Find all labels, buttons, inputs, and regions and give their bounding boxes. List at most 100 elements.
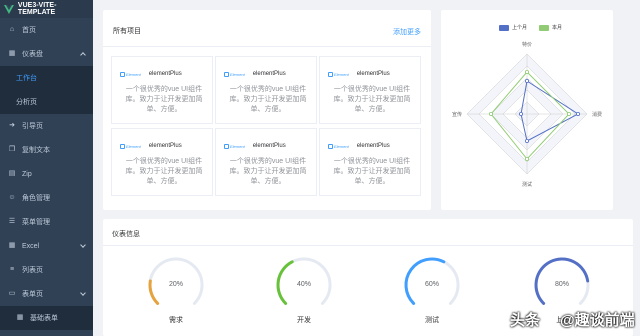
sidebar-item-label: 菜单管理 bbox=[22, 219, 50, 226]
app-logo[interactable]: VUE3-VITE-TEMPLATE bbox=[0, 0, 93, 18]
add-more-link[interactable]: 添加更多 bbox=[393, 27, 421, 37]
home-icon: ⌂ bbox=[9, 26, 15, 33]
project-name: elementPlus bbox=[148, 71, 182, 77]
copy-icon: ❐ bbox=[8, 146, 16, 153]
vue-logo-icon bbox=[4, 4, 14, 14]
element-logo-icon: Element bbox=[224, 71, 245, 77]
list-icon: ≡ bbox=[9, 266, 15, 273]
project-header: Element elementPlus bbox=[224, 71, 286, 77]
dashboard-icon: ▦ bbox=[8, 50, 16, 57]
zip-icon: ▤ bbox=[8, 170, 16, 177]
gauge-label: 测试 bbox=[425, 317, 439, 324]
project-desc: 一个很优秀的vue UI组件库。致力于让开发更加简单、方便。 bbox=[333, 158, 411, 185]
radar-point[interactable] bbox=[525, 139, 530, 144]
project-name: elementPlus bbox=[148, 143, 182, 149]
radar-point[interactable] bbox=[525, 79, 530, 84]
sidebar-item-10[interactable]: ▦ 基础表单 bbox=[0, 306, 93, 330]
project-desc: 一个很优秀的vue UI组件库。致力于让开发更加简单、方便。 bbox=[229, 86, 307, 113]
radar-point[interactable] bbox=[489, 112, 494, 117]
project-name: elementPlus bbox=[356, 143, 390, 149]
project-card[interactable]: Element elementPlus 一个很优秀的vue UI组件库。致力于让开发… bbox=[319, 56, 421, 124]
sidebar-item-0[interactable]: ⌂ 首页 bbox=[0, 18, 93, 42]
project-header: Element elementPlus bbox=[224, 143, 286, 149]
project-desc: 一个很优秀的vue UI组件库。致力于让开发更加简单、方便。 bbox=[229, 158, 307, 185]
sidebar-item-9[interactable]: ▭ 表单页 bbox=[0, 282, 93, 306]
project-name: elementPlus bbox=[356, 71, 390, 77]
grid-icon: ▦ bbox=[16, 314, 24, 321]
sidebar-item-1[interactable]: ▦ 仪表盘 bbox=[0, 42, 93, 66]
project-header: Element elementPlus bbox=[120, 143, 182, 149]
projects-card: 所有项目 添加更多 Element elementPlus 一个很优秀的vue UI… bbox=[103, 10, 431, 210]
gauge-value: 20% bbox=[168, 281, 183, 288]
legend-item-last-month[interactable]: 上个月 bbox=[499, 24, 527, 31]
sidebar-item-3[interactable]: ❐ 复制文本 bbox=[0, 138, 93, 162]
sidebar-item-label: 复制文本 bbox=[22, 147, 50, 154]
project-desc: 一个很优秀的vue UI组件库。致力于让开发更加简单、方便。 bbox=[333, 86, 411, 113]
submenu-item-label: 分析页 bbox=[16, 99, 37, 106]
project-card[interactable]: Element elementPlus 一个很优秀的vue UI组件库。致力于让开发… bbox=[215, 128, 317, 196]
radar-chart: 特价消费测试 宣传 bbox=[452, 41, 602, 188]
menu-icon: ☰ bbox=[8, 218, 16, 225]
project-card[interactable]: Element elementPlus 一个很优秀的vue UI组件库。致力于让开发… bbox=[111, 128, 213, 196]
role-icon: ☺ bbox=[8, 194, 16, 201]
gauge-value: 80% bbox=[554, 281, 569, 288]
project-card[interactable]: Element elementPlus 一个很优秀的vue UI组件库。致力于让开发… bbox=[111, 56, 213, 124]
chart-legend: 上个月 本月 bbox=[499, 24, 562, 31]
project-header: Element elementPlus bbox=[328, 143, 390, 149]
project-header: Element elementPlus bbox=[328, 71, 390, 77]
project-desc: 一个很优秀的vue UI组件库。致力于让开发更加简单、方便。 bbox=[125, 86, 203, 113]
project-card[interactable]: Element elementPlus 一个很优秀的vue UI组件库。致力于让开发… bbox=[319, 128, 421, 196]
sidebar-item-label: 仪表盘 bbox=[22, 51, 43, 58]
project-card[interactable]: Element elementPlus 一个很优秀的vue UI组件库。致力于让开发… bbox=[215, 56, 317, 124]
element-logo-icon: Element bbox=[120, 71, 141, 77]
element-logo-icon: Element bbox=[328, 143, 349, 149]
sidebar-item-6[interactable]: ☰ 菜单管理 bbox=[0, 210, 93, 234]
chevron-icon bbox=[80, 52, 86, 58]
sidebar: VUE3-VITE-TEMPLATE ⌂ 首页 ▦ 仪表盘 工作台 分析页 ➜ 引导页 ❐ 复制文… bbox=[0, 0, 93, 336]
app-title: VUE3-VITE-TEMPLATE bbox=[17, 2, 57, 16]
project-desc: 一个很优秀的vue UI组件库。致力于让开发更加简单、方便。 bbox=[125, 158, 203, 185]
gauge-label: 需求 bbox=[169, 317, 183, 324]
form-icon: ▭ bbox=[8, 290, 16, 297]
radar-card: 上个月 本月 特价 消费 测试 宣传 bbox=[441, 10, 613, 210]
radar-point[interactable] bbox=[575, 112, 580, 117]
radar-point[interactable] bbox=[525, 70, 530, 75]
sidebar-item-label: 首页 bbox=[22, 27, 36, 34]
radar-point[interactable] bbox=[519, 112, 524, 117]
sidebar-item-label: 表单页 bbox=[22, 291, 43, 298]
element-logo-icon: Element bbox=[224, 143, 245, 149]
watermark: 头条 @趣谈前端 bbox=[510, 312, 635, 329]
radar-point[interactable] bbox=[525, 157, 530, 162]
sidebar-item-label: Excel bbox=[22, 242, 40, 250]
sidebar-item-label: 引导页 bbox=[22, 123, 43, 130]
divider bbox=[103, 46, 431, 47]
gauge-card-title: 仪表信息 bbox=[112, 231, 140, 238]
radar-indicator-label: 特价 bbox=[522, 41, 532, 48]
sidebar-menu: ⌂ 首页 ▦ 仪表盘 工作台 分析页 ➜ 引导页 ❐ 复制文本 ▤ Zip ☺ 角色管理 ☰ 菜单管理 ▦ Exc… bbox=[0, 18, 93, 330]
element-logo-icon: Element bbox=[328, 71, 349, 77]
project-header: Element elementPlus bbox=[120, 71, 182, 77]
gauge-value: 60% bbox=[424, 281, 439, 288]
divider bbox=[103, 245, 633, 246]
sidebar-item-7[interactable]: ▦ Excel bbox=[0, 234, 93, 258]
submenu-item-label: 工作台 bbox=[16, 75, 37, 82]
gauge-value: 40% bbox=[296, 281, 311, 288]
watermark-logo-icon bbox=[543, 312, 558, 327]
radar-indicator-label: 测试 bbox=[522, 181, 532, 188]
sidebar-item-label: Zip bbox=[22, 170, 32, 178]
legend-item-this-month[interactable]: 本月 bbox=[539, 24, 562, 31]
sidebar-item-label: 列表页 bbox=[22, 267, 43, 274]
sidebar-item-label: 角色管理 bbox=[22, 195, 50, 202]
submenu-item-0[interactable]: 工作台 bbox=[0, 66, 93, 90]
radar-point[interactable] bbox=[567, 112, 572, 117]
excel-icon: ▦ bbox=[8, 242, 16, 249]
element-logo-icon: Element bbox=[120, 143, 141, 149]
sidebar-item-2[interactable]: ➜ 引导页 bbox=[0, 114, 93, 138]
sidebar-item-5[interactable]: ☺ 角色管理 bbox=[0, 186, 93, 210]
sidebar-item-4[interactable]: ▤ Zip bbox=[0, 162, 93, 186]
sidebar-item-8[interactable]: ≡ 列表页 bbox=[0, 258, 93, 282]
gauge-label: 开发 bbox=[297, 317, 311, 324]
submenu: 工作台 分析页 bbox=[0, 66, 93, 114]
sidebar-item-label: 基础表单 bbox=[30, 315, 58, 322]
submenu-item-1[interactable]: 分析页 bbox=[0, 90, 93, 114]
